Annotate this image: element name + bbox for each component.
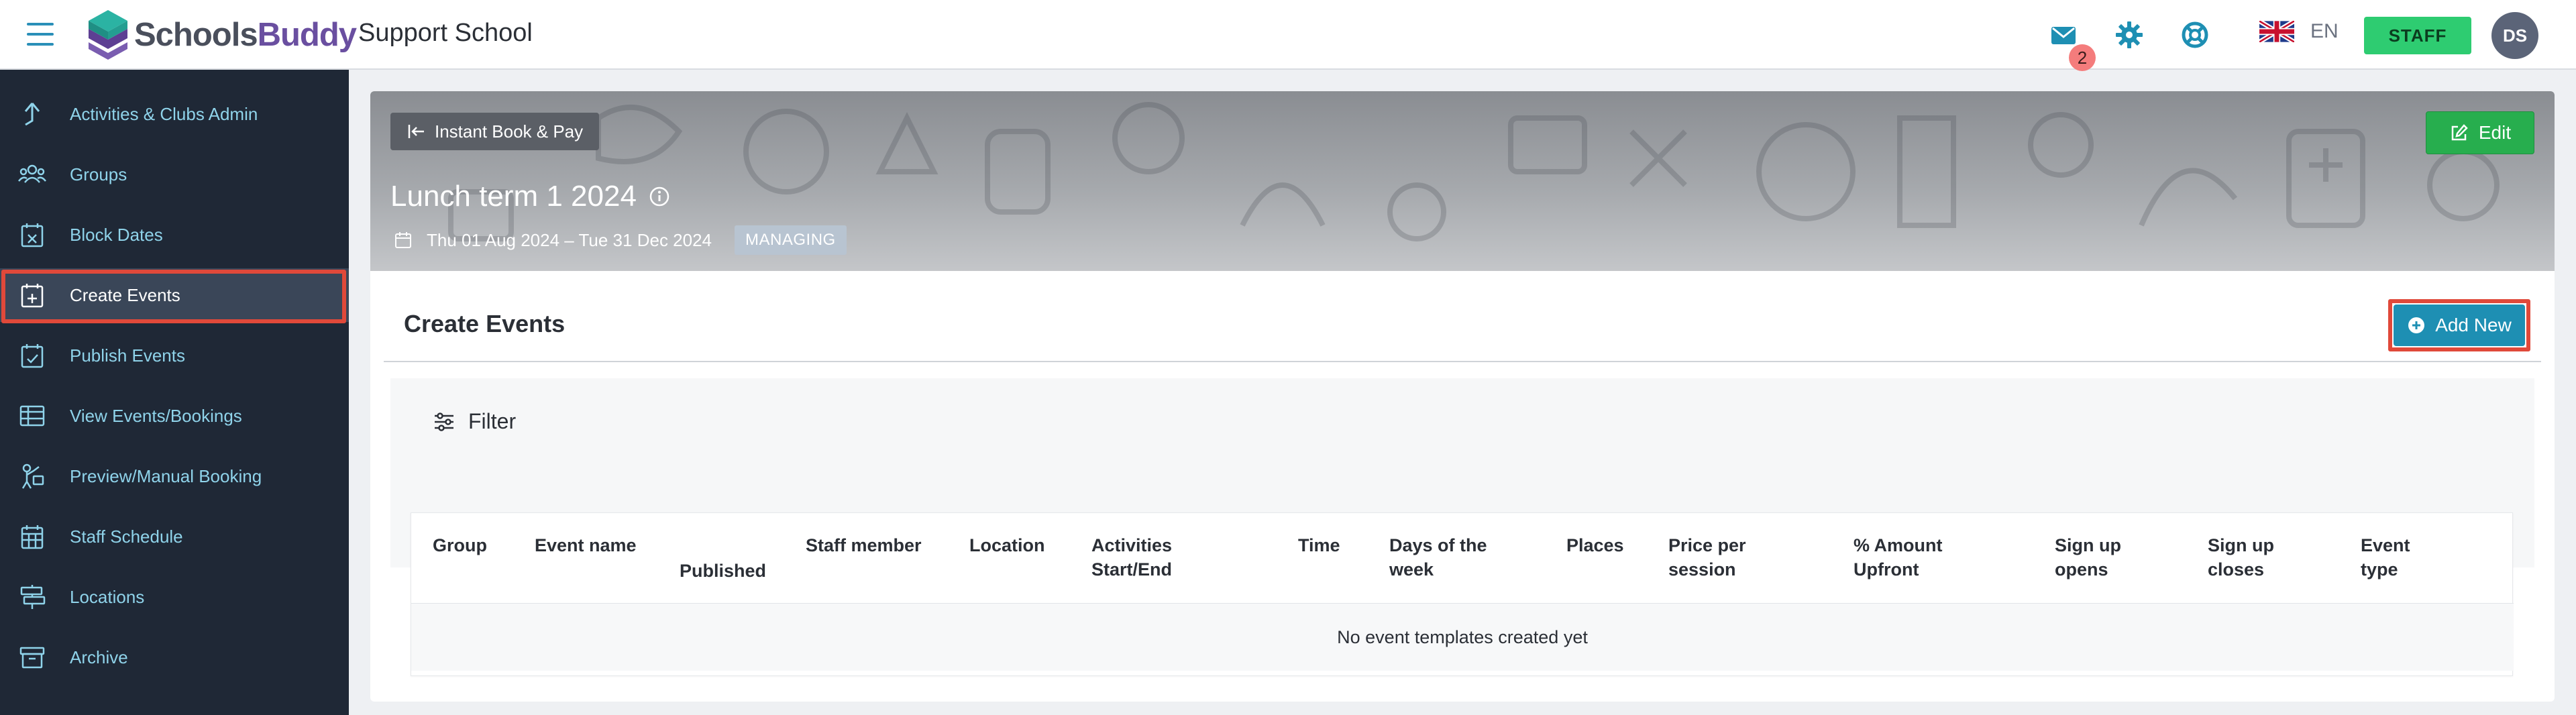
column-header-line: Upfront — [1854, 559, 1919, 580]
column-header-event-type[interactable]: Event type — [2361, 533, 2410, 582]
sidebar-item-view-events-bookings[interactable]: View Events/Bookings — [0, 389, 349, 443]
sidebar-item-label: Archive — [70, 647, 128, 667]
status-badge: MANAGING — [735, 225, 847, 255]
sidebar-item-staff-schedule[interactable]: Staff Schedule — [0, 510, 349, 563]
column-header-line: opens — [2055, 559, 2108, 580]
edit-button[interactable]: Edit — [2426, 111, 2534, 154]
sidebar-item-label: Staff Schedule — [70, 526, 183, 547]
filter-label: Filter — [468, 409, 517, 433]
calendar-icon — [395, 232, 411, 248]
archive-icon — [19, 647, 45, 669]
calendar-x-icon — [21, 223, 44, 248]
sidebar-item-archive[interactable]: Archive — [0, 630, 349, 684]
column-header-line: closes — [2208, 559, 2265, 580]
sidebar-item-label: Preview/Manual Booking — [70, 465, 262, 486]
sidebar-item-label: Groups — [70, 164, 127, 184]
column-header-days-of-week[interactable]: Days of the week — [1389, 533, 1487, 582]
column-header-time[interactable]: Time — [1298, 533, 1340, 557]
sidebar-item-block-dates[interactable]: Block Dates — [0, 208, 349, 262]
top-bar: SchoolsBuddy Support School 2 EN STAFF D… — [0, 0, 2576, 71]
edit-icon — [2451, 124, 2468, 141]
column-header-group[interactable]: Group — [433, 533, 487, 557]
column-header-location[interactable]: Location — [969, 533, 1045, 557]
edit-button-label: Edit — [2478, 122, 2512, 143]
event-header-banner: Instant Book & Pay Edit Lunch term 1 202… — [370, 91, 2555, 271]
logo-text: SchoolsBuddy — [134, 17, 357, 53]
column-header-places[interactable]: Places — [1566, 533, 1624, 557]
section-title: Create Events — [404, 310, 566, 337]
sidebar: Activities & Clubs Admin Groups Block Da… — [0, 70, 349, 715]
sliders-icon — [435, 412, 453, 431]
event-title: Lunch term 1 2024 — [390, 180, 637, 213]
column-header-sign-up-opens[interactable]: Sign up opens — [2055, 533, 2121, 582]
column-header-line: Event — [2361, 535, 2410, 555]
calendar-check-icon — [21, 344, 44, 368]
column-header-line: Activities — [1091, 535, 1173, 555]
back-button-label: Instant Book & Pay — [435, 121, 584, 142]
event-templates-table: Group Event name Published Staff member … — [411, 512, 2514, 676]
column-header-price-per-session[interactable]: Price per session — [1668, 533, 1746, 582]
mail-icon[interactable] — [2049, 20, 2078, 50]
instant-book-pay-back-button[interactable]: Instant Book & Pay — [390, 113, 600, 150]
lifebuoy-icon[interactable] — [2180, 20, 2210, 50]
column-header-line: % Amount — [1854, 535, 1943, 555]
sidebar-item-label: Block Dates — [70, 224, 163, 245]
arrow-left-bar-icon — [408, 125, 424, 138]
table-icon — [19, 405, 45, 427]
column-header-event-name[interactable]: Event name — [535, 533, 637, 557]
divider — [384, 361, 2541, 362]
filter-button[interactable]: Filter — [432, 409, 516, 434]
menu-icon[interactable] — [27, 23, 54, 46]
sidebar-item-label: View Events/Bookings — [70, 405, 242, 426]
arrow-up-icon — [24, 103, 40, 126]
avatar[interactable]: DS — [2491, 12, 2538, 59]
school-name: Support School — [358, 19, 533, 47]
sidebar-item-label: Activities & Clubs Admin — [70, 103, 258, 124]
signpost-icon — [20, 585, 46, 609]
column-header-activities-start-end[interactable]: Activities Start/End — [1091, 533, 1172, 582]
sidebar-item-groups[interactable]: Groups — [0, 148, 349, 201]
language-selector[interactable]: EN — [2259, 20, 2339, 43]
column-header-line: session — [1668, 559, 1736, 580]
event-date-range: Thu 01 Aug 2024 – Tue 31 Dec 2024 MANAGI… — [393, 225, 847, 255]
sidebar-item-locations[interactable]: Locations — [0, 570, 349, 624]
column-header-line: Start/End — [1091, 559, 1173, 580]
mail-count-badge: 2 — [2069, 44, 2096, 71]
calendar-grid-icon — [21, 525, 44, 549]
logo-icon — [89, 10, 127, 60]
column-header-published[interactable]: Published — [680, 559, 766, 583]
column-header-amount-upfront[interactable]: % Amount Upfront — [1854, 533, 1942, 582]
person-pointer-icon — [21, 463, 44, 489]
info-icon[interactable] — [649, 186, 670, 207]
page-title: Lunch term 1 2024 — [390, 180, 670, 213]
logo[interactable]: SchoolsBuddy — [85, 9, 357, 60]
column-header-line: Sign up — [2208, 535, 2274, 555]
sidebar-item-label: Locations — [70, 586, 145, 607]
language-label: EN — [2310, 20, 2339, 42]
gear-icon[interactable] — [2114, 20, 2144, 50]
sidebar-item-publish-events[interactable]: Publish Events — [0, 329, 349, 382]
column-header-line: type — [2361, 559, 2398, 580]
column-header-line: Days of the — [1389, 535, 1487, 555]
column-header-staff-member[interactable]: Staff member — [806, 533, 922, 557]
column-header-line: Price per — [1668, 535, 1746, 555]
create-events-highlight — [1, 270, 346, 323]
sidebar-item-activities-clubs-admin[interactable]: Activities & Clubs Admin — [0, 87, 349, 141]
sidebar-item-preview-manual-booking[interactable]: Preview/Manual Booking — [0, 449, 349, 503]
sidebar-item-label: Publish Events — [70, 345, 185, 366]
empty-state-row: No event templates created yet — [411, 604, 2514, 671]
staff-button[interactable]: STAFF — [2364, 17, 2471, 54]
column-header-line: week — [1389, 559, 1434, 580]
date-range-text: Thu 01 Aug 2024 – Tue 31 Dec 2024 — [427, 229, 712, 250]
users-icon — [18, 164, 46, 183]
column-header-line: Sign up — [2055, 535, 2121, 555]
uk-flag-icon — [2259, 21, 2294, 42]
add-new-highlight — [2388, 299, 2530, 351]
column-header-sign-up-closes[interactable]: Sign up closes — [2208, 533, 2274, 582]
